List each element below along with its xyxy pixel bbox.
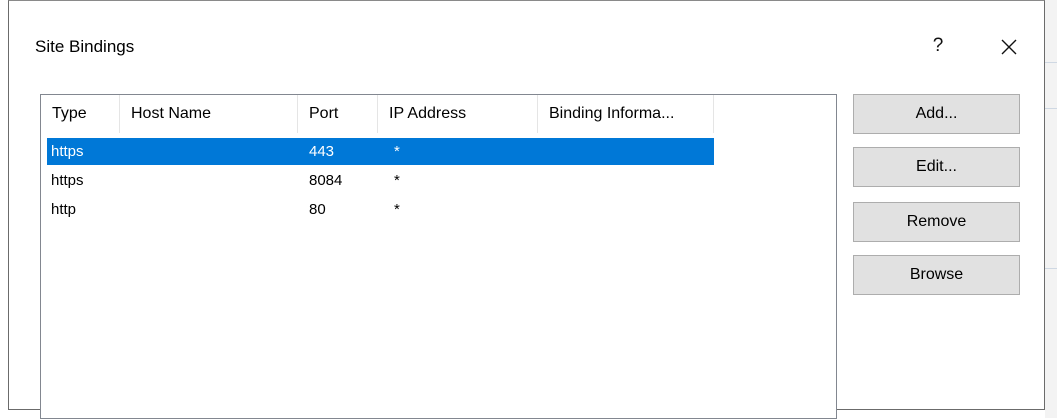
background-divider bbox=[1045, 62, 1057, 63]
table-row[interactable]: https 8084 * bbox=[47, 167, 714, 194]
column-header-port[interactable]: Port bbox=[298, 95, 378, 133]
dialog-title: Site Bindings bbox=[35, 37, 135, 56]
edit-button[interactable]: Edit... bbox=[853, 147, 1020, 187]
column-header-ip-address[interactable]: IP Address bbox=[378, 95, 538, 133]
cell-type: http bbox=[51, 201, 77, 218]
cell-type: https bbox=[51, 172, 84, 189]
cell-port: 8084 bbox=[309, 172, 343, 189]
remove-button[interactable]: Remove bbox=[853, 202, 1020, 242]
column-header-host-name[interactable]: Host Name bbox=[120, 95, 298, 133]
cell-port: 80 bbox=[309, 201, 326, 218]
list-header: Type Host Name Port IP Address Binding I… bbox=[41, 95, 836, 133]
cell-port: 443 bbox=[309, 143, 335, 160]
background-divider bbox=[1045, 108, 1057, 109]
background-divider bbox=[1045, 268, 1057, 269]
site-bindings-dialog: Site Bindings ? Type Host Name Port IP A… bbox=[8, 0, 1045, 419]
dialog-body: Type Host Name Port IP Address Binding I… bbox=[9, 89, 1044, 419]
bindings-list[interactable]: Type Host Name Port IP Address Binding I… bbox=[40, 94, 837, 419]
help-button[interactable]: ? bbox=[921, 29, 955, 63]
cell-ip-address: * bbox=[394, 201, 400, 218]
table-row[interactable]: http 80 * bbox=[47, 196, 714, 223]
column-header-type[interactable]: Type bbox=[41, 95, 120, 133]
cell-type: https bbox=[51, 143, 84, 160]
close-button[interactable] bbox=[989, 29, 1029, 65]
cell-ip-address: * bbox=[394, 172, 400, 189]
close-icon bbox=[1001, 39, 1017, 55]
cell-ip-address: * bbox=[394, 143, 400, 160]
add-button[interactable]: Add... bbox=[853, 94, 1020, 134]
title-bar: Site Bindings ? bbox=[9, 1, 1044, 89]
browse-button[interactable]: Browse bbox=[853, 255, 1020, 295]
column-header-binding-information[interactable]: Binding Informa... bbox=[538, 95, 714, 133]
table-row[interactable]: https 443 * bbox=[47, 138, 714, 165]
help-icon: ? bbox=[932, 35, 944, 56]
